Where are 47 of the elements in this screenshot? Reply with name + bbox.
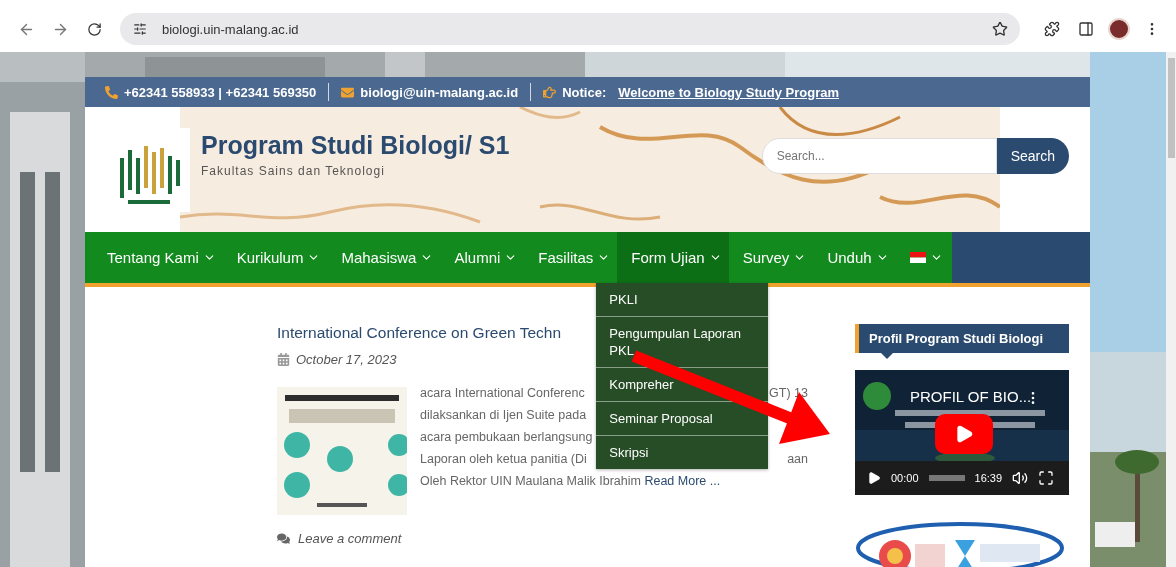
site-subtitle: Fakultas Sains dan Teknologi xyxy=(201,164,386,178)
pointer-icon xyxy=(881,353,893,359)
play-icon[interactable] xyxy=(867,471,881,485)
fullscreen-icon[interactable] xyxy=(1038,470,1055,486)
comment-link[interactable]: Leave a comment xyxy=(277,531,808,546)
nav-menu-item[interactable]: Form Ujian xyxy=(617,232,729,283)
excerpt-text: aan xyxy=(787,451,808,468)
search-button[interactable]: Search xyxy=(996,137,1069,174)
phone-icon xyxy=(105,85,118,99)
nav-menu-item[interactable]: Tentang Kami xyxy=(93,232,223,283)
nav-menu-item[interactable]: Unduh xyxy=(813,232,896,283)
progress-track[interactable] xyxy=(928,475,965,481)
current-time: 00:00 xyxy=(891,472,919,484)
scrollbar[interactable] xyxy=(1166,52,1176,567)
excerpt-text: dilaksankan di Ijen Suite pada xyxy=(420,407,587,424)
url-text: biologi.uin-malang.ac.id xyxy=(162,21,300,37)
pointing-hand-icon xyxy=(543,85,557,99)
flag-icon xyxy=(909,252,926,263)
comments-icon xyxy=(277,532,290,545)
read-more-link[interactable]: Read More ... xyxy=(644,474,721,488)
nav-menu-item[interactable]: Survey xyxy=(728,232,814,283)
play-button[interactable] xyxy=(935,414,993,454)
nav-menu-item[interactable]: Kurikulum xyxy=(222,232,328,283)
search-field[interactable]: Search... xyxy=(761,137,997,174)
mail-icon xyxy=(341,85,355,99)
phone-text: +62341 558933 | +62341 569350 xyxy=(105,84,317,100)
nav-menu-item[interactable]: Mahasiswa xyxy=(327,232,441,283)
excerpt-text: acara pembukaan berlangsung xyxy=(420,429,593,446)
address-bar[interactable]: biologi.uin-malang.ac.id xyxy=(120,13,1020,45)
scrollbar-thumb[interactable] xyxy=(1167,58,1175,158)
calendar-icon xyxy=(277,353,290,366)
total-time: 16:39 xyxy=(974,472,1003,484)
notice-label: Notice: xyxy=(543,84,607,100)
excerpt-text: Oleh Rektor UIN Maulana Malik Ibrahim Read More ... xyxy=(420,473,721,490)
notice-link[interactable]: Welcome to Biology Study Program xyxy=(618,84,840,100)
post-title[interactable]: International Conference on Green Techn xyxy=(277,324,562,342)
dropdown-item[interactable]: Skripsi xyxy=(596,436,769,469)
volume-icon[interactable] xyxy=(1012,470,1029,486)
profile-avatar[interactable] xyxy=(1108,18,1130,40)
email-text: biologi@uin-malang.ac.id xyxy=(341,84,519,100)
play-icon xyxy=(954,424,974,444)
site-title[interactable]: Program Studi Biologi/ S1 xyxy=(201,131,762,160)
nav-menu-item[interactable]: Fasilitas xyxy=(524,232,618,283)
excerpt-text: Laporan oleh ketua panitia (Di xyxy=(420,451,587,468)
excerpt-text: acara International Conferenc xyxy=(420,385,585,402)
video-title[interactable]: PROFIL OF BIO... xyxy=(910,388,1032,405)
nav-menu-item[interactable]: Alumni xyxy=(440,232,525,283)
